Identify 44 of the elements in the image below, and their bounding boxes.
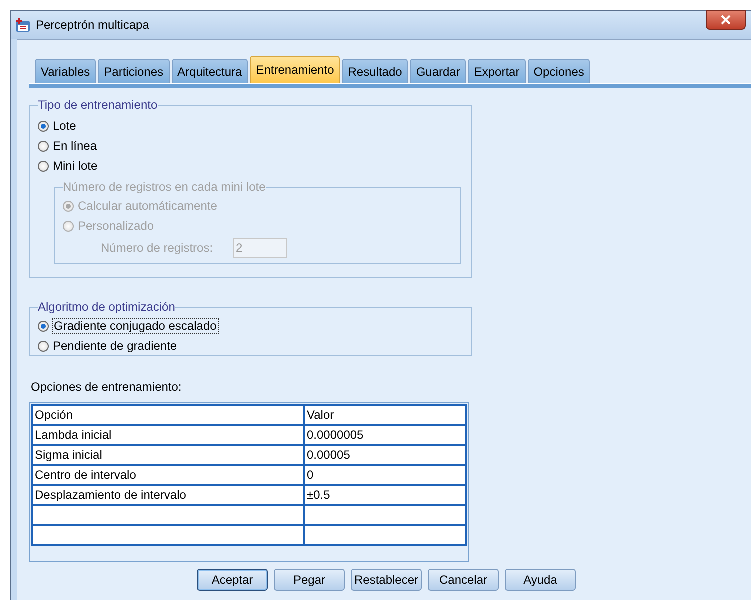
column-header: Opción — [32, 405, 304, 425]
radio-label: Calcular automáticamente — [78, 199, 218, 213]
field-label: Número de registros: — [101, 241, 214, 255]
table-cell[interactable]: Sigma inicial — [32, 445, 304, 465]
table-cell[interactable]: 0 — [304, 465, 466, 485]
radio-button[interactable] — [38, 140, 49, 152]
tab[interactable]: Arquitectura — [172, 59, 248, 83]
table-cell[interactable]: 0.0000005 — [304, 425, 466, 445]
column-header: Valor — [304, 405, 466, 425]
window-title: Perceptrón multicapa — [36, 18, 150, 32]
radio-label: Mini lote — [53, 159, 98, 173]
table-cell[interactable]: Desplazamiento de intervalo — [32, 485, 304, 505]
tab[interactable]: Opciones — [528, 59, 590, 83]
group-title: Tipo de entrenamiento — [38, 98, 158, 112]
radio-button[interactable] — [38, 160, 49, 172]
radio-label: Lote — [53, 119, 76, 133]
table-cell[interactable]: 0.00005 — [304, 445, 466, 465]
table-cell[interactable]: Lambda inicial — [32, 425, 304, 445]
close-button[interactable] — [706, 10, 746, 30]
radio-button[interactable] — [38, 320, 49, 332]
radio-label: Gradiente conjugado escalado — [53, 319, 218, 333]
group-title: Número de registros en cada mini lote — [63, 180, 266, 194]
dialog-button[interactable]: Aceptar — [197, 569, 268, 591]
radio-label: Personalizado — [78, 219, 154, 233]
tab[interactable]: Variables — [35, 59, 96, 83]
radio-label: Pendiente de gradiente — [53, 339, 178, 353]
dialog-button[interactable]: Ayuda — [505, 569, 576, 591]
dialog-button[interactable]: Restablecer — [351, 569, 422, 591]
dialog-button[interactable]: Cancelar — [428, 569, 499, 591]
radio-button[interactable] — [38, 340, 49, 352]
close-icon — [720, 15, 732, 25]
table-cell[interactable]: ±0.5 — [304, 485, 466, 505]
dialog-button[interactable]: Pegar — [274, 569, 345, 591]
tab[interactable]: Particiones — [98, 59, 170, 83]
table-cell[interactable]: Centro de intervalo — [32, 465, 304, 485]
radio-button[interactable] — [38, 120, 49, 132]
tab[interactable]: Guardar — [410, 59, 466, 83]
group-title: Algoritmo de optimización — [38, 300, 176, 314]
app-icon — [15, 17, 31, 33]
tab[interactable]: Entrenamiento — [250, 56, 340, 83]
tab[interactable]: Resultado — [342, 59, 408, 83]
tab[interactable]: Exportar — [468, 59, 526, 83]
table-label: Opciones de entrenamiento: — [31, 380, 183, 394]
radio-label: En línea — [53, 139, 98, 153]
